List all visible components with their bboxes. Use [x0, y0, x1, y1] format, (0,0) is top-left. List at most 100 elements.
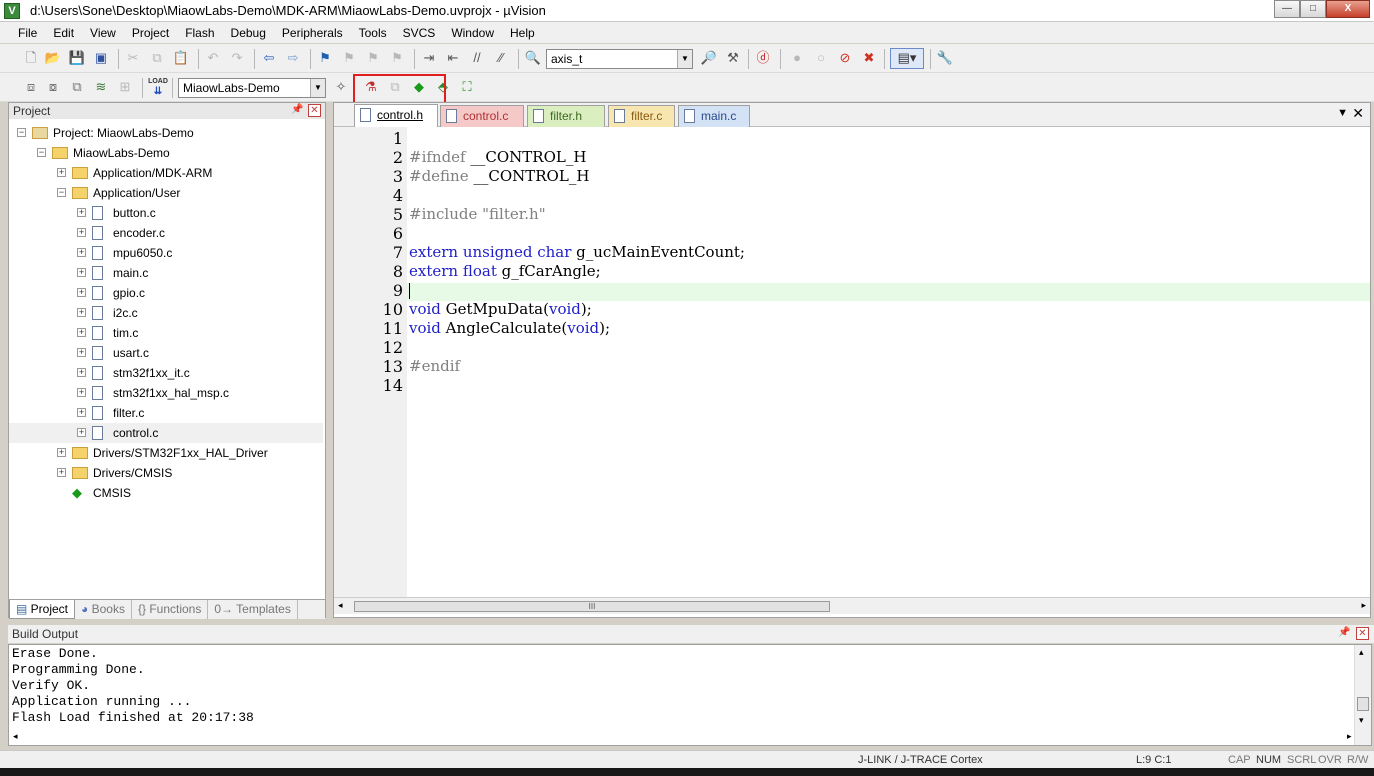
tree-folder-item[interactable]: − MiaowLabs-Demo [9, 143, 323, 163]
expand-icon[interactable]: + [77, 388, 86, 397]
tree-file-item[interactable]: + control.c [9, 423, 323, 443]
menu-svcs[interactable]: SVCS [395, 26, 444, 40]
expand-icon[interactable]: + [77, 408, 86, 417]
navigate-forward-icon[interactable]: ⇨ [284, 49, 302, 67]
menu-debug[interactable]: Debug [223, 26, 274, 40]
bookmark-icon[interactable]: ⚑ [316, 49, 334, 67]
unindent-icon[interactable]: ⇤ [444, 49, 462, 67]
menu-help[interactable]: Help [502, 26, 543, 40]
copy-icon[interactable]: ⧉ [148, 49, 166, 67]
tree-item[interactable]: − Project: MiaowLabs-Demo [9, 123, 323, 143]
translate-icon[interactable]: ⧈ [22, 78, 40, 96]
expand-icon[interactable]: + [77, 368, 86, 377]
menu-peripherals[interactable]: Peripherals [274, 26, 351, 40]
tree-file-item[interactable]: + stm32f1xx_it.c [9, 363, 323, 383]
tab-books[interactable]: ◕ Books [75, 600, 132, 619]
scroll-left-icon[interactable]: ◂ [338, 600, 343, 611]
comment-icon[interactable]: // [468, 49, 486, 67]
navigate-back-icon[interactable]: ⇦ [260, 49, 278, 67]
incremental-find-icon[interactable]: ⚒ [724, 49, 742, 67]
stop-build-icon[interactable]: ⊞ [116, 78, 134, 96]
expand-icon[interactable]: + [77, 228, 86, 237]
expand-icon[interactable]: + [77, 428, 86, 437]
disable-breakpoints-icon[interactable]: ⊘ [836, 49, 854, 67]
expand-icon[interactable]: + [57, 448, 66, 457]
tab-list-dropdown-icon[interactable]: ▼ [1337, 107, 1348, 119]
scroll-left-icon[interactable]: ◂ [13, 731, 18, 742]
tree-file-item[interactable]: + main.c [9, 263, 323, 283]
close-window-button[interactable]: X [1326, 0, 1370, 18]
editor-tab[interactable]: filter.c [608, 105, 675, 127]
new-file-icon[interactable]: 🗋 [22, 49, 40, 67]
tab-project[interactable]: ▤ Project [9, 600, 76, 619]
paste-icon[interactable]: 📋 [172, 49, 190, 67]
find-combo[interactable]: axis_t ▼ [546, 49, 693, 69]
save-all-icon[interactable]: ▣ [92, 49, 110, 67]
tree-file-item[interactable]: + button.c [9, 203, 323, 223]
collapse-icon[interactable]: − [17, 128, 26, 137]
tab-templates[interactable]: 0→ Templates [208, 600, 298, 619]
build-icon[interactable]: ⧇ [44, 78, 62, 96]
collapse-icon[interactable]: − [57, 188, 66, 197]
menu-tools[interactable]: Tools [351, 26, 395, 40]
scroll-down-icon[interactable]: ▾ [1359, 715, 1364, 726]
menu-project[interactable]: Project [124, 26, 177, 40]
open-file-icon[interactable]: 📂 [44, 49, 62, 67]
tree-item[interactable]: ◆ CMSIS [9, 483, 323, 503]
prev-bookmark-icon[interactable]: ⚑ [340, 49, 358, 67]
tree-file-item[interactable]: + gpio.c [9, 283, 323, 303]
scroll-thumb[interactable]: III [354, 601, 830, 612]
enable-breakpoint-icon[interactable]: ○ [812, 49, 830, 67]
expand-icon[interactable]: + [57, 468, 66, 477]
find-icon[interactable]: 🔎 [700, 49, 718, 67]
rebuild-icon[interactable]: ⧉ [68, 78, 86, 96]
editor-tab[interactable]: main.c [678, 105, 750, 127]
tree-file-item[interactable]: + stm32f1xx_hal_msp.c [9, 383, 323, 403]
download-icon[interactable]: LOAD ⇊ [148, 77, 168, 97]
tree-file-item[interactable]: + encoder.c [9, 223, 323, 243]
vertical-scrollbar[interactable]: ▴ ▾ [1354, 645, 1371, 745]
next-bookmark-icon[interactable]: ⚑ [364, 49, 382, 67]
tree-file-item[interactable]: + tim.c [9, 323, 323, 343]
scroll-up-icon[interactable]: ▴ [1359, 647, 1364, 658]
menu-file[interactable]: File [10, 26, 45, 40]
uncomment-icon[interactable]: ⁄⁄ [492, 49, 510, 67]
batch-build-icon[interactable]: ≋ [92, 78, 110, 96]
expand-icon[interactable]: + [77, 268, 86, 277]
kill-breakpoints-icon[interactable]: ✖ [860, 49, 878, 67]
tree-file-item[interactable]: + filter.c [9, 403, 323, 423]
tree-folder-item[interactable]: + Drivers/CMSIS [9, 463, 323, 483]
editor-tab[interactable]: control.h [354, 104, 438, 127]
tree-file-item[interactable]: + mpu6050.c [9, 243, 323, 263]
pack-installer-icon[interactable]: ⛶ [458, 78, 476, 96]
save-icon[interactable]: 💾 [68, 49, 86, 67]
tree-folder-item[interactable]: + Drivers/STM32F1xx_HAL_Driver [9, 443, 323, 463]
indent-icon[interactable]: ⇥ [420, 49, 438, 67]
options-for-target-icon[interactable]: ✧ [332, 78, 350, 96]
tree-file-item[interactable]: + i2c.c [9, 303, 323, 323]
scroll-right-icon[interactable]: ▸ [1361, 600, 1366, 611]
close-icon[interactable]: ✕ [1356, 627, 1369, 640]
cut-icon[interactable]: ✂ [124, 49, 142, 67]
scroll-right-icon[interactable]: ▸ [1347, 731, 1352, 742]
menu-edit[interactable]: Edit [45, 26, 82, 40]
expand-icon[interactable]: + [57, 168, 66, 177]
expand-icon[interactable]: + [77, 348, 86, 357]
tree-folder-item[interactable]: − Application/User [9, 183, 323, 203]
scroll-thumb[interactable] [1357, 697, 1369, 711]
close-icon[interactable]: ✕ [308, 104, 321, 117]
collapse-icon[interactable]: − [37, 148, 46, 157]
chevron-down-icon[interactable]: ▼ [677, 50, 692, 68]
chevron-down-icon[interactable]: ▼ [310, 79, 325, 97]
expand-icon[interactable]: + [77, 288, 86, 297]
redo-icon[interactable]: ↷ [228, 49, 246, 67]
insert-breakpoint-icon[interactable]: ● [788, 49, 806, 67]
pin-icon[interactable]: 📌 [291, 104, 304, 117]
tree-folder-item[interactable]: + Application/MDK-ARM [9, 163, 323, 183]
menu-flash[interactable]: Flash [177, 26, 222, 40]
find-in-files-icon[interactable]: 🔍 [524, 49, 542, 67]
editor-tab[interactable]: filter.h [527, 105, 605, 127]
configure-icon[interactable]: 🔧 [936, 49, 954, 67]
expand-icon[interactable]: + [77, 308, 86, 317]
close-icon[interactable]: ✕ [1352, 105, 1364, 122]
